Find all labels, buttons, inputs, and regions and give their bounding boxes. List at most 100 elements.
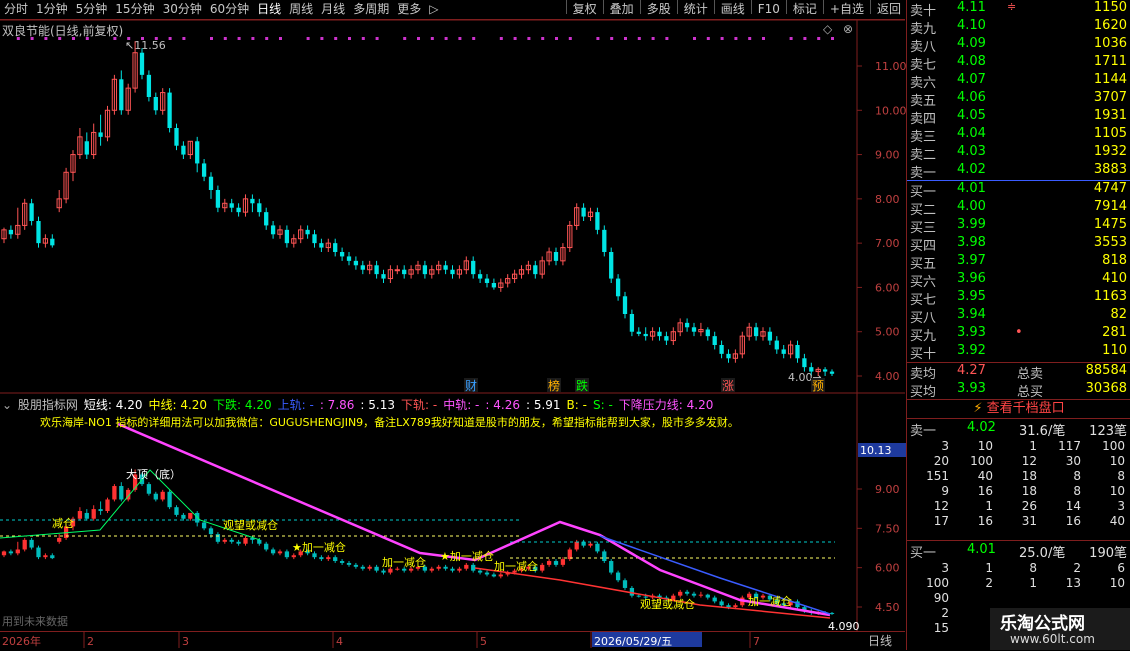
sub-candle-body (719, 601, 724, 606)
ask-row[interactable]: 卖七 4.08 1711 (907, 54, 1130, 73)
bid-row[interactable]: 买二 4.00 7914 (907, 199, 1130, 218)
orderbook-divider (907, 418, 1130, 419)
candle-body (29, 203, 34, 221)
signal-dot (817, 37, 821, 40)
bid-price: 3.98 (957, 235, 986, 250)
candle-body (477, 274, 483, 279)
bid-row[interactable]: 买八 3.94 82 (907, 307, 1130, 326)
candle-body (284, 229, 290, 244)
bid-row[interactable]: 买四 3.98 3553 (907, 235, 1130, 254)
sub-candle-body (326, 557, 331, 560)
candle-body (712, 336, 717, 345)
sub-candle-body (243, 537, 248, 544)
main-y-tick: 10.00 (875, 104, 906, 117)
sell1-grid-row: 3 10 1 117 100 (907, 439, 1130, 454)
ask-label: 卖六 (910, 76, 937, 91)
candle-body (795, 345, 800, 359)
sell1-grid-cell: 26 (1021, 499, 1037, 513)
sub-candle-body (119, 486, 124, 500)
signal-dot (403, 37, 407, 40)
sub-candle-body (57, 537, 62, 542)
signal-dot (637, 37, 641, 40)
candle-body (615, 278, 621, 297)
bid-row[interactable]: 买九 3.93 • 281 (907, 325, 1130, 344)
order-book-panel: 卖十 4.11 ≑ 1150 卖九 4.10 1620 卖八 4.09 1036 卖七 4.08 171… (906, 0, 1130, 650)
signal-dot (182, 37, 186, 40)
sub-candle-body (339, 561, 345, 563)
bid-row[interactable]: 买五 3.97 818 (907, 253, 1130, 272)
watermark-title: 乐淘公式网 (1000, 614, 1085, 634)
candle-body (774, 340, 779, 350)
bid-label: 买七 (910, 293, 937, 308)
signal-dot (720, 37, 724, 40)
sub-candle-body (277, 551, 283, 554)
ask-row[interactable]: 卖六 4.07 1144 (907, 72, 1130, 91)
signal-dot (458, 37, 462, 40)
sub-candle-body (574, 541, 579, 550)
ask-row[interactable]: 卖五 4.06 3707 (907, 90, 1130, 109)
signal-dot (706, 37, 710, 40)
sub-candle-body (691, 593, 697, 596)
ask-row[interactable]: 卖八 4.09 1036 (907, 36, 1130, 55)
sell1-grid-row: 151 40 18 8 8 (907, 469, 1130, 484)
watermark-url: www.60lt.com (1010, 632, 1095, 646)
signal-label: 加一减仓 (382, 555, 426, 569)
buy1-per: 25.0/笔 (1019, 546, 1066, 561)
signal-dot (237, 37, 241, 40)
signal-dot (789, 37, 793, 40)
bid-row[interactable]: 买七 3.95 1163 (907, 289, 1130, 308)
signal-dot (320, 37, 324, 40)
signal-dot (279, 37, 282, 40)
bid-price: 3.96 (957, 271, 986, 286)
candle-body (657, 331, 662, 337)
ask-row[interactable]: 卖一 4.02 3883 (907, 162, 1130, 181)
ask-row[interactable]: 卖四 4.05 1931 (907, 108, 1130, 127)
level1000-button[interactable]: ⚡ 查看千档盘口 (907, 400, 1130, 418)
sub-candle-body (615, 572, 621, 581)
bid-row[interactable]: 买十 3.92 110 (907, 343, 1130, 362)
candle-body (622, 296, 628, 314)
sub-candle-body (457, 568, 462, 571)
indicator-param: 上轨: - (277, 398, 314, 412)
bid-volume: 7914 (1093, 199, 1127, 214)
bid-row[interactable]: 买一 4.01 4747 (907, 181, 1130, 200)
ask-volume: 3707 (1093, 90, 1127, 105)
buy1-grid-row: 90 (907, 591, 1130, 606)
signal-dot (417, 37, 420, 40)
bid-row[interactable]: 买六 3.96 410 (907, 271, 1130, 290)
signal-dot (251, 37, 255, 40)
sub-candle-body (381, 570, 386, 573)
sell1-grid-cell: 31 (1021, 514, 1037, 528)
bid-price: 3.93 (957, 325, 986, 340)
sell1-label: 卖一 (910, 424, 937, 439)
signal-dot (555, 37, 558, 40)
sub-candle-body (333, 557, 338, 562)
ask-label: 卖二 (910, 148, 937, 163)
signal-dot (375, 37, 379, 40)
signal-dot (472, 37, 476, 40)
sub-candle-body (360, 566, 365, 569)
ask-row[interactable]: 卖九 4.10 1620 (907, 18, 1130, 37)
ask-row[interactable]: 卖二 4.03 1932 (907, 144, 1130, 163)
main-y-tick: 8.00 (875, 193, 900, 206)
ask-row[interactable]: 卖十 4.11 ≑ 1150 (907, 0, 1130, 19)
kline-chart[interactable]: 11.00 10.00 9.00 8.00 7.00 6.00 5.00 4.00 ↖11.56… (0, 0, 906, 650)
sub-candle-body (264, 543, 269, 550)
candle-body (139, 52, 145, 75)
sell1-grid-cell: 16 (977, 484, 993, 498)
ask-row[interactable]: 卖三 4.04 1105 (907, 126, 1130, 145)
collapse-icon[interactable]: ⌄ (2, 398, 16, 412)
sub-candle-body (29, 539, 34, 548)
ask-price: 4.02 (957, 162, 986, 177)
sub-candle-body (733, 605, 738, 608)
buy1-grid-row: 3 1 8 2 6 (907, 561, 1130, 576)
sell1-grid-cell: 40 (977, 469, 993, 483)
main-y-tick: 4.00 (875, 370, 900, 383)
signal-dot (223, 37, 227, 40)
candle-body (84, 141, 89, 155)
bid-row[interactable]: 买三 3.99 1475 (907, 217, 1130, 236)
sub-candle-body (257, 539, 262, 544)
candle-body (664, 336, 669, 341)
ask-price: 4.08 (957, 54, 986, 69)
sub-candle-body (15, 549, 20, 554)
